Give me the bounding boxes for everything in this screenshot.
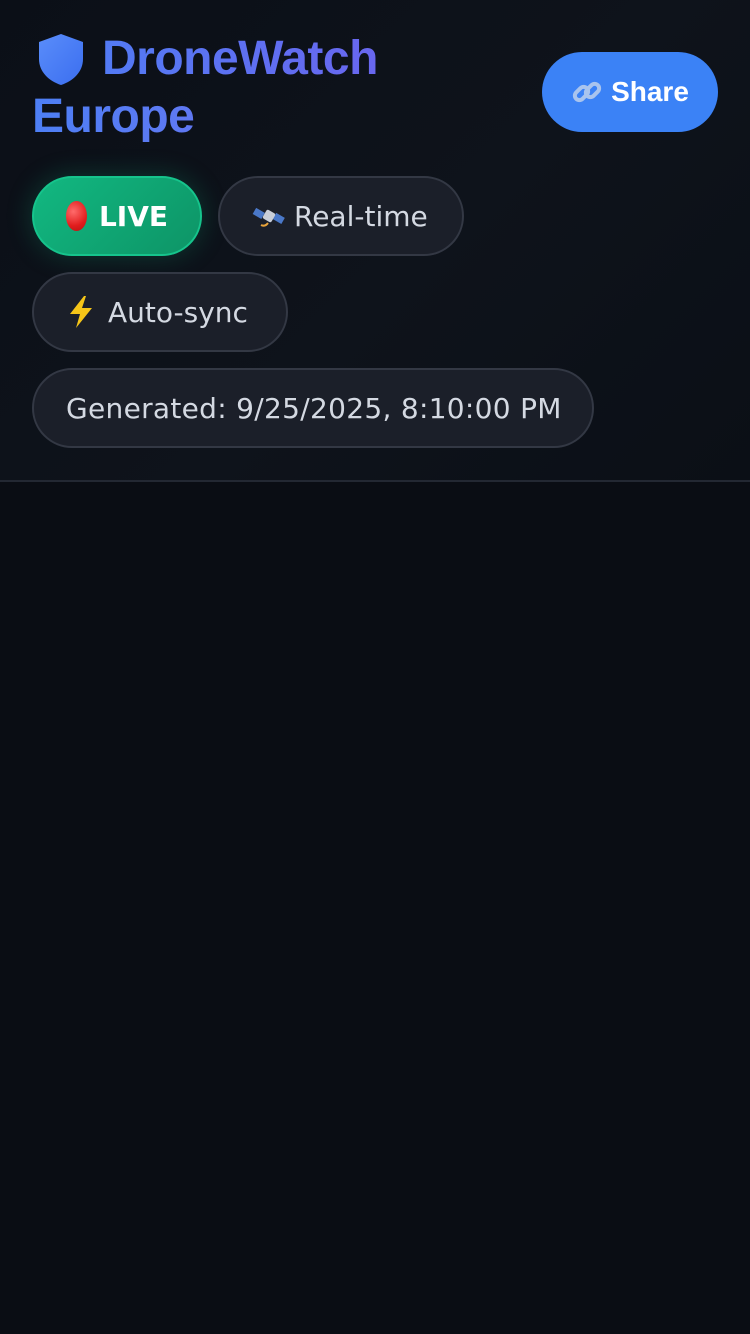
lightning-icon bbox=[66, 295, 96, 329]
generated-timestamp: Generated: 9/25/2025, 8:10:00 PM bbox=[32, 368, 594, 448]
brand-line-1: DroneWatch bbox=[32, 30, 432, 88]
realtime-badge: Real-time bbox=[218, 176, 464, 256]
generated-label: Generated: 9/25/2025, 8:10:00 PM bbox=[66, 391, 562, 425]
autosync-badge: Auto-sync bbox=[32, 272, 288, 352]
autosync-label: Auto-sync bbox=[108, 295, 248, 329]
red-dot-icon bbox=[66, 201, 87, 231]
header: DroneWatch Europe Share LIVE Real-time A… bbox=[0, 0, 750, 482]
brand-region: Europe bbox=[32, 88, 195, 146]
live-label: LIVE bbox=[98, 199, 168, 233]
brand-name: DroneWatch bbox=[102, 32, 378, 85]
live-badge: LIVE bbox=[32, 176, 202, 256]
brand-title: DroneWatch Europe bbox=[32, 30, 432, 146]
main-content bbox=[0, 484, 750, 1334]
realtime-label: Real-time bbox=[294, 199, 428, 233]
satellite-icon bbox=[252, 201, 286, 231]
share-button[interactable]: Share bbox=[542, 52, 718, 132]
shield-icon bbox=[34, 31, 88, 87]
link-icon bbox=[571, 76, 603, 108]
share-label: Share bbox=[611, 76, 689, 107]
app-root: DroneWatch Europe Share LIVE Real-time A… bbox=[0, 0, 750, 1334]
